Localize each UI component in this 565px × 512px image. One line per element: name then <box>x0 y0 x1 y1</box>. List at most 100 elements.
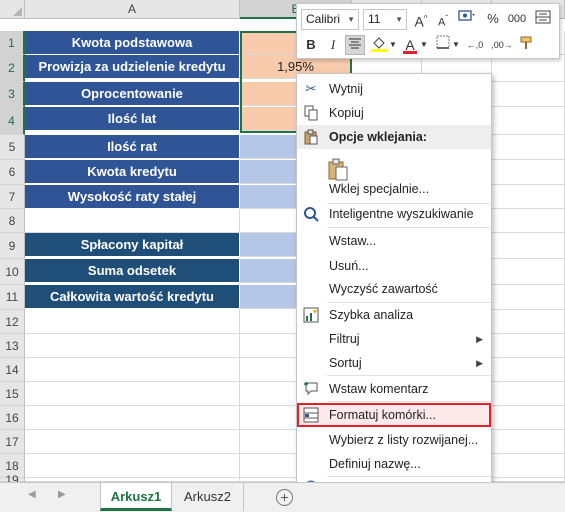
row-header-14[interactable]: 14 <box>0 358 25 382</box>
row-header-3[interactable]: 3 <box>0 82 25 107</box>
row-header-17[interactable]: 17 <box>0 430 25 454</box>
cell-empty[interactable] <box>492 82 565 107</box>
menu-item-format-cells[interactable]: Formatuj komórki... <box>297 403 491 427</box>
cell-empty[interactable] <box>492 107 565 135</box>
row-header-1[interactable]: 1 <box>0 31 25 55</box>
row-header-2[interactable]: 2 <box>0 55 25 82</box>
align-center-button[interactable] <box>345 35 365 55</box>
row-header-13[interactable]: 13 <box>0 334 25 358</box>
font-name-dropdown[interactable]: Calibri ▼ <box>301 9 359 30</box>
menu-item-insert-comment[interactable]: Wstaw komentarz <box>297 377 491 401</box>
cell-empty[interactable] <box>25 334 240 358</box>
add-sheet-button[interactable]: + <box>276 489 293 506</box>
column-header-a[interactable]: A <box>25 0 240 19</box>
cell-empty[interactable] <box>492 358 565 382</box>
menu-item-insert[interactable]: Wstaw... <box>297 229 491 253</box>
cell-a4[interactable]: Ilość lat <box>25 107 240 131</box>
cell-empty[interactable] <box>492 185 565 209</box>
row-header-11[interactable]: 11 <box>0 285 25 310</box>
cell-empty[interactable] <box>492 209 565 233</box>
cell-empty[interactable] <box>492 160 565 185</box>
paint-bucket-icon <box>371 37 387 52</box>
row-header-7[interactable]: 7 <box>0 185 25 209</box>
cell-empty[interactable] <box>25 358 240 382</box>
cell-a1[interactable]: Kwota podstawowa <box>25 31 240 55</box>
menu-item-quick-analysis[interactable]: Szybka analiza <box>297 303 491 327</box>
cell-empty[interactable] <box>492 406 565 430</box>
font-size-dropdown[interactable]: 11 ▼ <box>363 9 407 30</box>
sheet-tab-arkusz2[interactable]: Arkusz2 <box>172 483 244 511</box>
row-header-12[interactable]: 12 <box>0 310 25 334</box>
cell-empty[interactable] <box>25 382 240 406</box>
cell-empty[interactable] <box>492 135 565 160</box>
row-header-6[interactable]: 6 <box>0 160 25 185</box>
cell-a7[interactable]: Wysokość raty stałej <box>25 185 240 209</box>
paste-options-label: Opcje wklejania: <box>329 130 427 144</box>
menu-item-pick-from-list[interactable]: Wybierz z listy rozwijanej... <box>297 428 491 452</box>
select-all-corner[interactable] <box>0 0 25 19</box>
menu-item-define-name[interactable]: Definiuj nazwę... <box>297 452 491 476</box>
scroll-tabs-left-icon[interactable]: ◀ <box>28 489 36 500</box>
cell-a3[interactable]: Oprocentowanie <box>25 82 240 106</box>
row-header-8[interactable]: 8 <box>0 209 25 233</box>
italic-button[interactable]: I <box>323 35 343 55</box>
increase-decimal-button[interactable]: ←,0 <box>463 35 487 55</box>
cell-a6[interactable]: Kwota kredytu <box>25 160 240 184</box>
cell-a10[interactable]: Suma odsetek <box>25 259 240 283</box>
menu-item-smart-lookup[interactable]: Inteligentne wyszukiwanie <box>297 202 491 226</box>
chevron-down-icon[interactable]: ▼ <box>419 35 429 55</box>
cell-a2[interactable]: Prowizja za udzielenie kredytu <box>25 55 240 79</box>
comma-style-button[interactable]: 000 <box>505 9 529 29</box>
sheet-tab-arkusz1[interactable]: Arkusz1 <box>100 483 172 511</box>
cell-empty[interactable] <box>492 310 565 334</box>
bold-button[interactable]: B <box>301 35 321 55</box>
menu-item-cut[interactable]: ✂ Wytnij <box>297 77 491 101</box>
chevron-down-icon[interactable]: ▼ <box>451 35 461 55</box>
scroll-tabs-right-icon[interactable]: ▶ <box>58 489 66 500</box>
cell-empty[interactable] <box>25 310 240 334</box>
cell-empty[interactable] <box>492 55 565 82</box>
currency-icon <box>458 10 475 21</box>
decrease-font-size-button[interactable]: Aˇ <box>433 9 453 29</box>
fill-color-button[interactable] <box>369 35 389 55</box>
menu-item-clear-contents[interactable]: Wyczyść zawartość <box>297 277 491 301</box>
cell-a11[interactable]: Całkowita wartość kredytu <box>25 285 240 309</box>
cell-empty[interactable] <box>492 259 565 285</box>
font-name-value: Calibri <box>306 12 341 26</box>
row-header-15[interactable]: 15 <box>0 382 25 406</box>
chevron-down-icon[interactable]: ▼ <box>388 35 398 55</box>
menu-item-copy[interactable]: Kopiuj <box>297 101 491 125</box>
cell-a5[interactable]: Ilość rat <box>25 135 240 159</box>
menu-item-sort[interactable]: Sortuj ▶ <box>297 351 491 375</box>
cell-empty[interactable] <box>492 454 565 478</box>
percent-style-button[interactable]: % <box>483 9 503 29</box>
cell-empty[interactable] <box>25 406 240 430</box>
increase-font-size-button[interactable]: A^ <box>411 9 431 30</box>
row-header-9[interactable]: 9 <box>0 233 25 259</box>
accounting-format-button[interactable] <box>457 9 477 29</box>
cell-empty[interactable] <box>492 382 565 406</box>
menu-item-delete[interactable]: Usuń... <box>297 254 491 278</box>
cell-empty[interactable] <box>492 285 565 310</box>
cell-empty[interactable] <box>25 454 240 478</box>
increase-font-icon: A <box>414 13 424 30</box>
menu-item-filter[interactable]: Filtruj ▶ <box>297 327 491 351</box>
menu-item-pick-from-list-label: Wybierz z listy rozwijanej... <box>329 433 479 447</box>
decrease-decimal-button[interactable]: ,00→ <box>489 35 515 55</box>
row-header-10[interactable]: 10 <box>0 259 25 285</box>
cell-empty[interactable] <box>492 233 565 259</box>
align-center-icon <box>349 38 361 49</box>
row-header-16[interactable]: 16 <box>0 406 25 430</box>
format-painter-button[interactable] <box>517 35 537 55</box>
cell-empty[interactable] <box>492 334 565 358</box>
cell-empty[interactable] <box>25 430 240 454</box>
borders-button[interactable] <box>433 35 453 55</box>
cell-empty[interactable] <box>25 209 240 233</box>
row-header-4[interactable]: 4 <box>0 107 25 135</box>
menu-item-paste-special[interactable]: Wklej specjalnie... <box>297 177 491 201</box>
cell-empty[interactable] <box>492 430 565 454</box>
row-header-5[interactable]: 5 <box>0 135 25 160</box>
merge-center-button[interactable] <box>533 9 553 29</box>
font-color-button[interactable]: A <box>400 35 420 55</box>
cell-a9[interactable]: Spłacony kapitał <box>25 233 240 257</box>
